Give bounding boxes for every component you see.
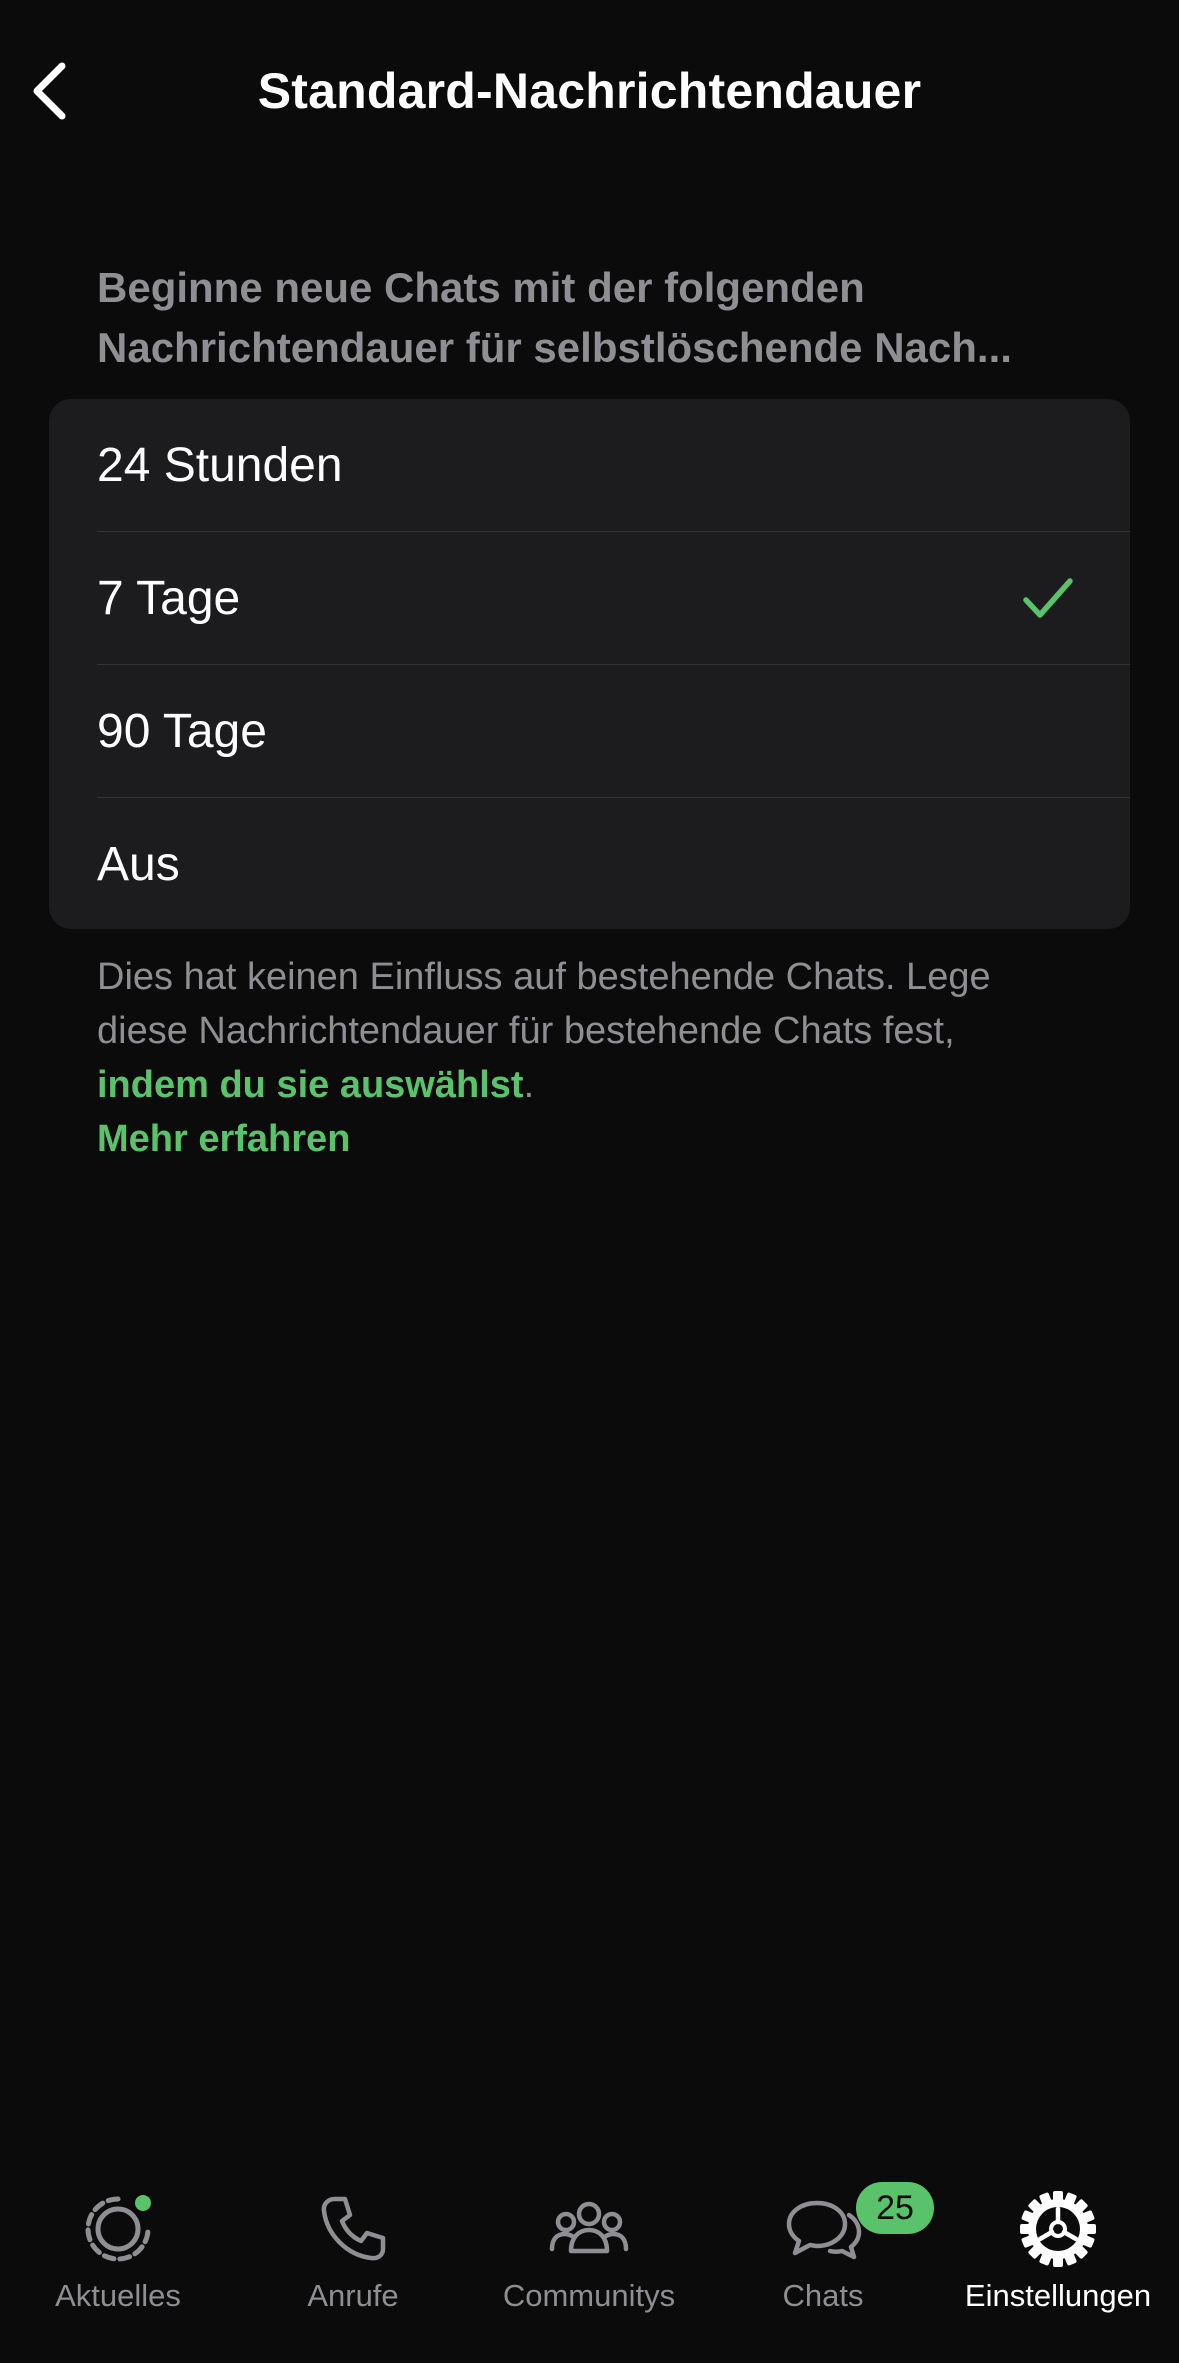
note-period: .	[523, 1064, 535, 1106]
intro-description: Beginne neue Chats mit der folgenden Nac…	[97, 258, 1097, 378]
option-label: Aus	[97, 838, 180, 891]
note-line-1: Dies hat keinen Einfluss auf bestehende …	[97, 956, 991, 998]
tab-label: Aktuelles	[55, 2278, 181, 2313]
communities-icon	[549, 2201, 629, 2254]
page-title: Standard-Nachrichtendauer	[257, 63, 922, 119]
note-line-2: diese Nachrichtendauer für bestehende Ch…	[97, 1010, 955, 1052]
duration-options-list: 24 Stunden 7 Tage 90 Tage Aus	[49, 399, 1130, 929]
select-chats-link[interactable]: indem du sie auswählst	[97, 1064, 524, 1106]
checkmark-icon	[1023, 577, 1073, 618]
settings-icon	[1020, 2191, 1096, 2267]
tab-label: Einstellungen	[964, 2278, 1152, 2313]
option-label: 24 Stunden	[97, 439, 343, 492]
learn-more-link[interactable]: Mehr erfahren	[97, 1112, 1117, 1166]
intro-line-2: Nachrichtendauer für selbstlöschende Nac…	[97, 324, 1012, 371]
tab-label: Communitys	[502, 2278, 676, 2313]
phone-icon	[321, 2196, 386, 2261]
tab-einstellungen[interactable]: Einstellungen	[940, 2165, 1176, 2315]
tab-communitys[interactable]: Communitys	[471, 2165, 707, 2315]
tab-anrufe[interactable]: Anrufe	[235, 2165, 471, 2315]
option-aus[interactable]: Aus	[49, 798, 1130, 929]
option-90-tage[interactable]: 90 Tage	[49, 665, 1130, 798]
status-icon	[85, 2195, 151, 2262]
chats-icon	[786, 2200, 862, 2260]
tab-label: Chats	[782, 2278, 864, 2313]
option-label: 7 Tage	[97, 572, 241, 625]
tab-bar: Aktuelles Anrufe Communitys Chats Einste…	[0, 2165, 1179, 2363]
tab-aktuelles[interactable]: Aktuelles	[0, 2165, 236, 2315]
footer-note: Dies hat keinen Einfluss auf bestehende …	[97, 950, 1117, 1166]
chats-unread-badge: 25	[856, 2182, 934, 2234]
intro-line-1: Beginne neue Chats mit der folgenden	[97, 264, 865, 311]
option-7-tage[interactable]: 7 Tage	[49, 532, 1130, 665]
tab-label: Anrufe	[307, 2278, 399, 2313]
navigation-header: Standard-Nachrichtendauer	[0, 0, 1179, 190]
option-24-stunden[interactable]: 24 Stunden	[49, 399, 1130, 532]
option-label: 90 Tage	[97, 705, 267, 758]
